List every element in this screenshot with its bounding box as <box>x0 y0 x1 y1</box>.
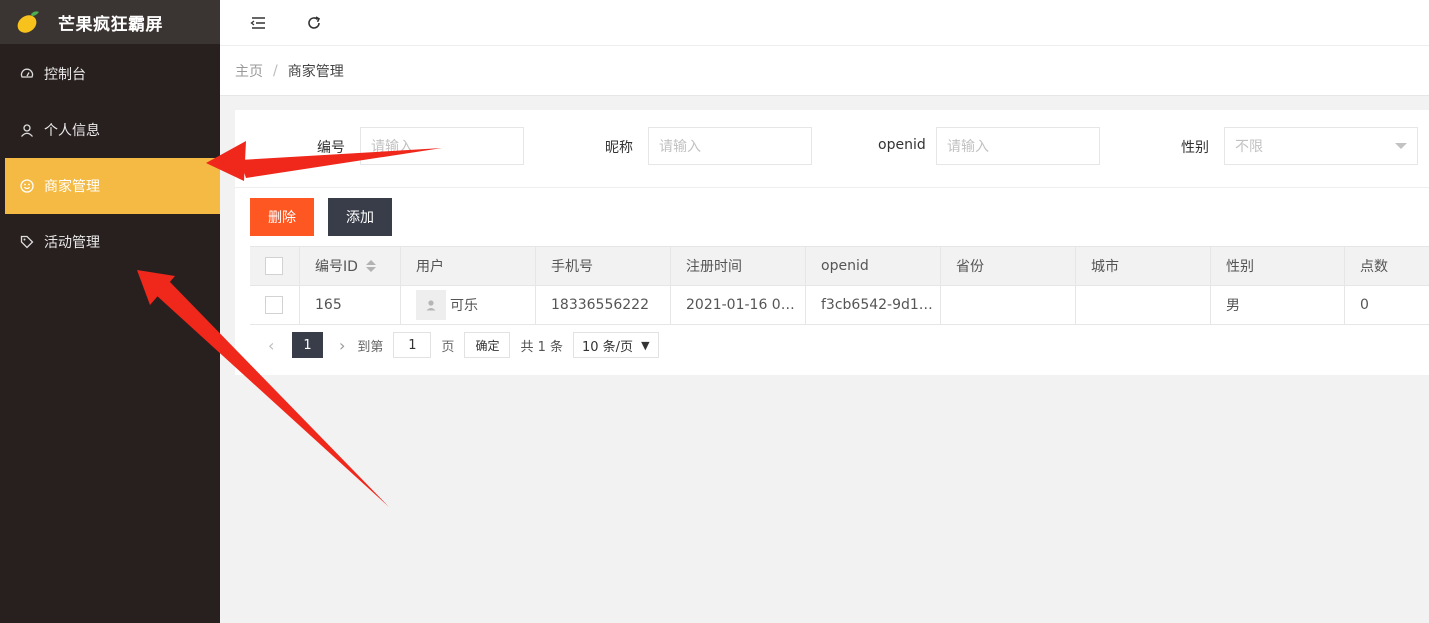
header-user: 用户 <box>401 247 536 285</box>
chevron-down-icon <box>1395 143 1407 149</box>
id-input[interactable]: 请输入 <box>360 127 524 165</box>
gender-label: 性别 <box>1181 140 1209 156</box>
brand-header: 芒果疯狂霸屏 <box>0 0 220 44</box>
goto-label: 到第 <box>357 339 384 355</box>
header-points: 点数 <box>1360 259 1388 275</box>
nickname-label: 昵称 <box>605 140 633 156</box>
cell-phone: 18336556222 <box>536 286 671 324</box>
select-all-checkbox[interactable] <box>265 257 283 275</box>
mango-logo-icon <box>14 8 42 36</box>
header-openid: openid <box>806 247 941 285</box>
cell-reg-time: 2021-01-16 0… <box>671 286 806 324</box>
app-title: 芒果疯狂霸屏 <box>58 14 163 35</box>
cell-province <box>941 286 1076 324</box>
page-1-button[interactable]: 1 <box>292 332 323 358</box>
total-count: 共 1 条 <box>520 339 563 355</box>
table-row[interactable]: 165 可乐 18336556222 2021-01-16 0… f3cb654… <box>250 286 1429 325</box>
avatar <box>416 290 446 320</box>
header-id[interactable]: 编号ID <box>300 247 401 285</box>
openid-input[interactable]: 请输入 <box>936 127 1100 165</box>
table-header: 编号ID 用户 手机号 注册时间 openid 省份 城市 性别 点数 <box>250 247 1429 286</box>
tag-icon <box>20 235 34 249</box>
openid-label: openid <box>878 137 926 153</box>
pagination: ‹ 1 › 到第 1 页 确定 共 1 条 10 条/页 ▼ <box>250 325 1429 365</box>
header-city: 城市 <box>1076 247 1211 285</box>
delete-button[interactable]: 删除 <box>250 198 314 236</box>
cell-openid: f3cb6542-9d1… <box>806 286 941 324</box>
select-all-cell <box>250 247 300 285</box>
breadcrumb-current: 商家管理 <box>287 63 344 80</box>
refresh-icon[interactable] <box>304 13 324 33</box>
merchant-table: 编号ID 用户 手机号 注册时间 openid 省份 城市 性别 点数 165 … <box>250 246 1429 325</box>
dashboard-icon <box>20 67 34 81</box>
sort-icon[interactable] <box>365 260 376 272</box>
page-unit-label: 页 <box>441 339 455 355</box>
top-toolbar <box>220 0 1429 46</box>
sidebar: 芒果疯狂霸屏 控制台 个人信息 商家管理 活动管理 <box>0 0 220 623</box>
merchant-panel: 编号 请输入 昵称 请输入 openid 请输入 性别 不限 删除 添加 编号I… <box>235 110 1429 375</box>
header-reg-time: 注册时间 <box>671 247 806 285</box>
gender-select[interactable]: 不限 <box>1224 127 1418 165</box>
next-page-icon[interactable]: › <box>339 336 345 355</box>
header-gender: 性别 <box>1211 247 1345 285</box>
goto-confirm-button[interactable]: 确定 <box>464 332 511 358</box>
row-select-cell <box>250 286 300 324</box>
sidebar-item-label: 商家管理 <box>44 179 100 195</box>
page-size-select[interactable]: 10 条/页 ▼ <box>573 332 659 358</box>
nickname-input[interactable]: 请输入 <box>648 127 812 165</box>
cell-user-name: 可乐 <box>450 298 478 314</box>
cell-user: 可乐 <box>401 286 536 324</box>
page-size-value: 10 条/页 <box>582 339 634 355</box>
breadcrumb: 主页 / 商家管理 <box>220 46 1429 96</box>
sidebar-item-label: 控制台 <box>44 67 86 83</box>
smile-icon <box>20 179 34 193</box>
id-label: 编号 <box>317 140 345 156</box>
header-province: 省份 <box>941 247 1076 285</box>
filter-form: 编号 请输入 昵称 请输入 openid 请输入 性别 不限 <box>235 110 1429 188</box>
breadcrumb-separator: / <box>273 62 278 79</box>
sidebar-item-label: 个人信息 <box>44 123 100 139</box>
goto-page-input[interactable]: 1 <box>393 332 432 358</box>
sidebar-item-profile[interactable]: 个人信息 <box>0 102 220 158</box>
breadcrumb-home[interactable]: 主页 <box>235 61 263 81</box>
cell-id: 165 <box>300 286 401 324</box>
sidebar-item-merchants[interactable]: 商家管理 <box>5 158 220 214</box>
sidebar-item-dashboard[interactable]: 控制台 <box>0 46 220 102</box>
prev-page-icon[interactable]: ‹ <box>268 336 280 355</box>
add-button[interactable]: 添加 <box>328 198 392 236</box>
caret-down-icon: ▼ <box>641 338 650 352</box>
sidebar-item-activities[interactable]: 活动管理 <box>0 214 220 270</box>
row-checkbox[interactable] <box>265 296 283 314</box>
user-icon <box>20 123 34 137</box>
sidebar-item-label: 活动管理 <box>44 235 100 251</box>
avatar-placeholder-icon <box>426 300 436 311</box>
collapse-menu-icon[interactable] <box>248 13 268 33</box>
cell-gender: 男 <box>1211 286 1345 324</box>
header-phone: 手机号 <box>536 247 671 285</box>
cell-points: 0 <box>1360 297 1369 313</box>
cell-city <box>1076 286 1211 324</box>
gender-select-value: 不限 <box>1235 139 1263 155</box>
